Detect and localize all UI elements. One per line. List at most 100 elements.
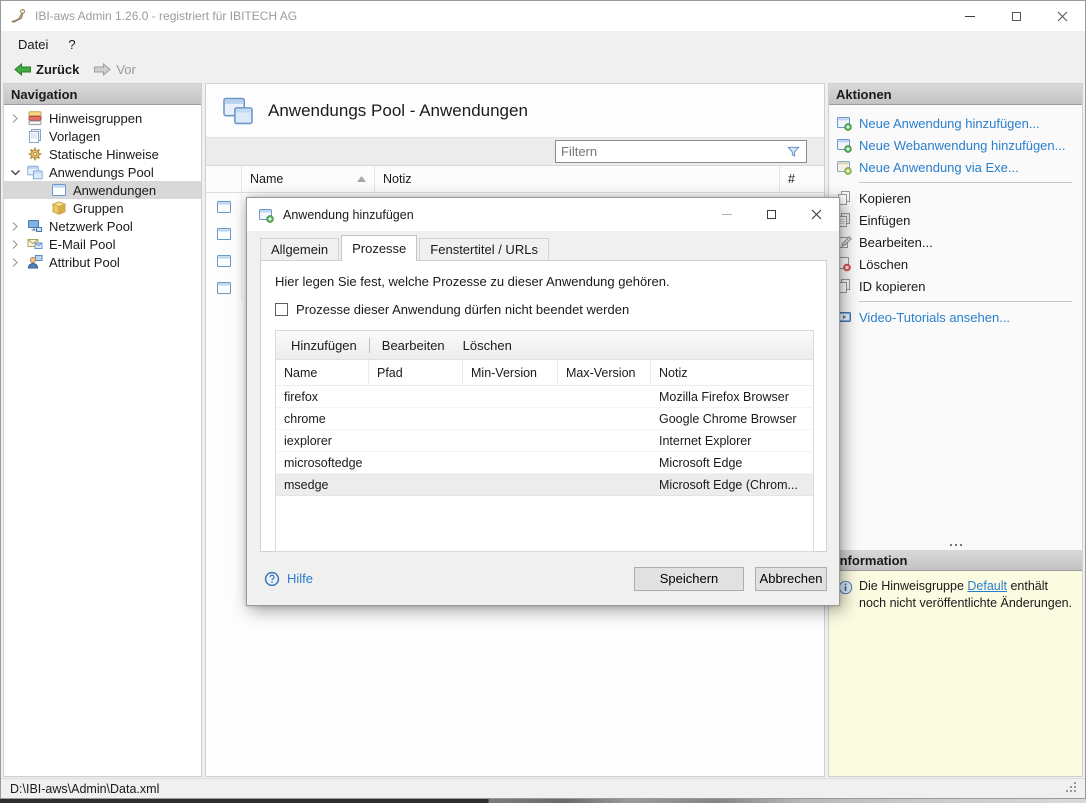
- action-label: Video-Tutorials ansehen...: [859, 310, 1010, 325]
- action-label: Neue Anwendung hinzufügen...: [859, 116, 1040, 131]
- dialog-maximize-button[interactable]: [749, 198, 794, 231]
- no-terminate-checkbox[interactable]: [275, 303, 288, 316]
- column-notiz[interactable]: Notiz: [375, 166, 780, 192]
- process-row-firefox[interactable]: firefoxMozilla Firefox Browser: [276, 386, 813, 408]
- column-name[interactable]: Name: [242, 166, 375, 192]
- nav-item-hinweisgruppen[interactable]: Hinweisgruppen: [4, 109, 201, 127]
- panel-splitter[interactable]: [829, 540, 1082, 550]
- minimize-button[interactable]: [947, 1, 993, 31]
- process-row-chrome[interactable]: chromeGoogle Chrome Browser: [276, 408, 813, 430]
- column-min-version[interactable]: Min-Version: [463, 360, 558, 385]
- nav-item-label: Hinweisgruppen: [49, 111, 142, 126]
- cancel-button[interactable]: Abbrechen: [755, 567, 827, 591]
- action-bearbeiten[interactable]: Bearbeiten...: [829, 231, 1082, 253]
- action-label: ID kopieren: [859, 279, 925, 294]
- column-count[interactable]: #: [780, 166, 824, 192]
- column-name[interactable]: Name: [276, 360, 369, 385]
- action-neue-anwendung-via-exe[interactable]: Neue Anwendung via Exe...: [829, 156, 1082, 178]
- tree-collapsed-icon[interactable]: [8, 258, 22, 267]
- nav-item-e-mail-pool[interactable]: E-Mail Pool: [4, 235, 201, 253]
- maximize-button[interactable]: [993, 1, 1039, 31]
- filter-box: [555, 140, 807, 163]
- window-add-exe-icon: [836, 159, 852, 175]
- nav-item-attribut-pool[interactable]: Attribut Pool: [4, 253, 201, 271]
- cell-name: microsoftedge: [276, 452, 369, 473]
- navigation-header: Navigation: [4, 84, 201, 105]
- process-row-msedge[interactable]: msedgeMicrosoft Edge (Chrom...: [276, 474, 813, 496]
- column-pfad[interactable]: Pfad: [369, 360, 463, 385]
- cell-pfad: [369, 474, 463, 495]
- filter-funnel-icon[interactable]: [785, 144, 801, 160]
- window-add-icon: [836, 115, 852, 131]
- nav-item-vorlagen[interactable]: Vorlagen: [4, 127, 201, 145]
- nav-item-anwendungs-pool[interactable]: Anwendungs Pool: [4, 163, 201, 181]
- add-application-dialog: Anwendung hinzufügen Allgemein Prozesse …: [246, 197, 840, 606]
- process-row-microsoftedge[interactable]: microsoftedgeMicrosoft Edge: [276, 452, 813, 474]
- menu-bar: Datei ?: [1, 31, 1085, 57]
- column-icon: [206, 166, 242, 192]
- action-neue-webanwendung-hinzufügen[interactable]: Neue Webanwendung hinzufügen...: [829, 134, 1082, 156]
- dialog-footer: Hilfe Speichern Abbrechen: [247, 552, 839, 605]
- resize-grip[interactable]: [1074, 790, 1076, 792]
- dialog-minimize-button[interactable]: [704, 198, 749, 231]
- main-header: Anwendungs Pool - Anwendungen: [206, 84, 824, 128]
- tree-collapsed-icon[interactable]: [8, 240, 22, 249]
- cell-notiz: Mozilla Firefox Browser: [651, 386, 813, 407]
- action-einfügen[interactable]: Einfügen: [829, 209, 1082, 231]
- process-row-iexplorer[interactable]: iexplorerInternet Explorer: [276, 430, 813, 452]
- tab-fenstertitel-urls[interactable]: Fenstertitel / URLs: [419, 238, 549, 260]
- actions-header: Aktionen: [829, 84, 1082, 105]
- user-icon: [27, 254, 43, 270]
- forward-button[interactable]: Vor: [86, 57, 143, 82]
- nav-item-gruppen[interactable]: Gruppen: [4, 199, 201, 217]
- action-id-kopieren[interactable]: ID kopieren: [829, 275, 1082, 297]
- help-link[interactable]: Hilfe: [264, 571, 313, 587]
- close-button[interactable]: [1039, 1, 1085, 31]
- action-video-tutorials-ansehen[interactable]: Video-Tutorials ansehen...: [829, 306, 1082, 328]
- tree-expanded-icon[interactable]: [8, 168, 22, 177]
- menu-help[interactable]: ?: [58, 31, 85, 57]
- cell-name: msedge: [276, 474, 369, 495]
- menu-datei[interactable]: Datei: [8, 31, 58, 57]
- window-icon: [216, 199, 232, 215]
- window-add-icon: [836, 137, 852, 153]
- tree-collapsed-icon[interactable]: [8, 222, 22, 231]
- save-button[interactable]: Speichern: [634, 567, 744, 591]
- column-notiz[interactable]: Notiz: [651, 360, 813, 385]
- dialog-body: Allgemein Prozesse Fenstertitel / URLs H…: [247, 231, 839, 552]
- process-delete-button[interactable]: Löschen: [454, 334, 521, 356]
- actions-spacer: [829, 328, 1082, 540]
- filter-input[interactable]: [561, 144, 785, 159]
- tree-collapsed-icon[interactable]: [8, 114, 22, 123]
- cell-pfad: [369, 452, 463, 473]
- tab-prozesse[interactable]: Prozesse: [341, 235, 417, 261]
- nav-item-netzwerk-pool[interactable]: Netzwerk Pool: [4, 217, 201, 235]
- action-kopieren[interactable]: Kopieren: [829, 187, 1082, 209]
- cell-name: iexplorer: [276, 430, 369, 451]
- window-icon: [216, 280, 232, 296]
- hinweisgruppe-default-link[interactable]: Default: [967, 579, 1007, 593]
- action-label: Neue Anwendung via Exe...: [859, 160, 1019, 175]
- process-edit-button[interactable]: Bearbeiten: [373, 334, 454, 356]
- dialog-close-button[interactable]: [794, 198, 839, 231]
- applications-table-header: Name Notiz #: [206, 166, 824, 193]
- process-add-button[interactable]: Hinzufügen: [282, 334, 366, 356]
- window-stack-icon: [27, 164, 43, 180]
- help-icon: [264, 571, 280, 587]
- column-max-version[interactable]: Max-Version: [558, 360, 651, 385]
- layers-icon: [27, 110, 43, 126]
- action-löschen[interactable]: Löschen: [829, 253, 1082, 275]
- window-icon: [51, 182, 67, 198]
- action-neue-anwendung-hinzufügen[interactable]: Neue Anwendung hinzufügen...: [829, 112, 1082, 134]
- title-bar: IBI-aws Admin 1.26.0 - registriert für I…: [1, 1, 1085, 31]
- tab-allgemein[interactable]: Allgemein: [260, 238, 339, 260]
- prozesse-intro-text: Hier legen Sie fest, welche Prozesse zu …: [275, 274, 814, 289]
- back-button[interactable]: Zurück: [6, 57, 86, 82]
- information-panel: Die Hinweisgruppe Default enthält noch n…: [829, 571, 1082, 776]
- nav-item-anwendungen[interactable]: Anwendungen: [4, 181, 201, 199]
- action-label: Bearbeiten...: [859, 235, 933, 250]
- app-window: IBI-aws Admin 1.26.0 - registriert für I…: [0, 0, 1086, 799]
- nav-item-statische-hinweise[interactable]: Statische Hinweise: [4, 145, 201, 163]
- cell-name: chrome: [276, 408, 369, 429]
- applications-pool-icon: [222, 97, 254, 125]
